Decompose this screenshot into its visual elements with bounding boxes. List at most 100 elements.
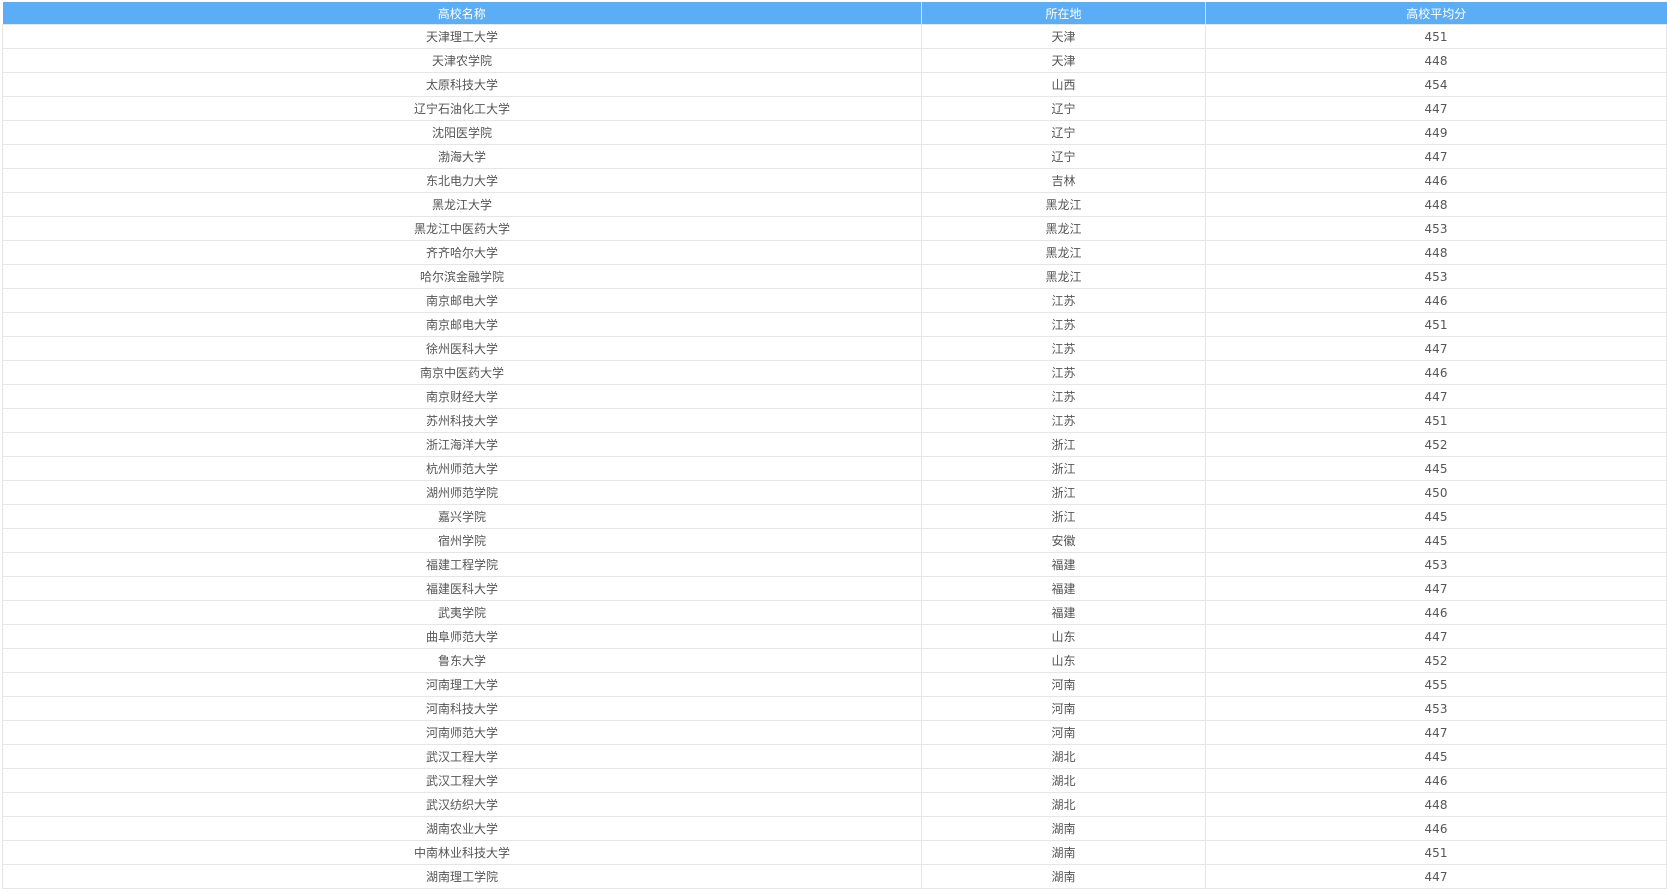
table-row: 曲阜师范大学 山东 447 (2, 624, 1667, 649)
cell-average-score: 453 (1205, 216, 1667, 241)
cell-location: 江苏 (921, 384, 1206, 409)
cell-average-score: 446 (1205, 168, 1667, 193)
cell-university-name: 南京邮电大学 (2, 288, 922, 313)
cell-location: 浙江 (921, 456, 1206, 481)
cell-average-score: 447 (1205, 864, 1667, 889)
cell-location: 天津 (921, 24, 1206, 49)
cell-average-score: 448 (1205, 48, 1667, 73)
cell-location: 黑龙江 (921, 216, 1206, 241)
cell-university-name: 福建工程学院 (2, 552, 922, 577)
cell-location: 浙江 (921, 480, 1206, 505)
score-table-container: 高校名称 所在地 高校平均分 天津理工大学 天津 451 天津农学院 天津 448 太原科技… (2, 2, 1667, 889)
cell-university-name: 湖南理工学院 (2, 864, 922, 889)
cell-location: 江苏 (921, 312, 1206, 337)
cell-average-score: 445 (1205, 504, 1667, 529)
table-row: 南京邮电大学 江苏 446 (2, 288, 1667, 313)
cell-location: 黑龙江 (921, 264, 1206, 289)
cell-university-name: 曲阜师范大学 (2, 624, 922, 649)
cell-location: 浙江 (921, 432, 1206, 457)
cell-location: 山东 (921, 624, 1206, 649)
cell-university-name: 徐州医科大学 (2, 336, 922, 361)
cell-location: 湖北 (921, 792, 1206, 817)
table-row: 天津理工大学 天津 451 (2, 24, 1667, 49)
cell-average-score: 445 (1205, 528, 1667, 553)
cell-university-name: 东北电力大学 (2, 168, 922, 193)
table-row: 武汉工程大学 湖北 446 (2, 768, 1667, 793)
cell-average-score: 451 (1205, 408, 1667, 433)
cell-average-score: 447 (1205, 336, 1667, 361)
cell-university-name: 浙江海洋大学 (2, 432, 922, 457)
table-row: 黑龙江大学 黑龙江 448 (2, 192, 1667, 217)
cell-university-name: 湖南农业大学 (2, 816, 922, 841)
cell-average-score: 453 (1205, 264, 1667, 289)
cell-average-score: 452 (1205, 432, 1667, 457)
cell-university-name: 湖州师范学院 (2, 480, 922, 505)
column-header-average-score: 高校平均分 (1205, 2, 1667, 25)
table-row: 嘉兴学院 浙江 445 (2, 504, 1667, 529)
university-score-table: 高校名称 所在地 高校平均分 天津理工大学 天津 451 天津农学院 天津 448 太原科技… (2, 2, 1667, 889)
cell-average-score: 453 (1205, 552, 1667, 577)
table-body: 天津理工大学 天津 451 天津农学院 天津 448 太原科技大学 山西 454 辽宁石油化工大学… (2, 24, 1667, 889)
cell-average-score: 449 (1205, 120, 1667, 145)
cell-average-score: 454 (1205, 72, 1667, 97)
cell-university-name: 宿州学院 (2, 528, 922, 553)
table-row: 南京财经大学 江苏 447 (2, 384, 1667, 409)
cell-average-score: 447 (1205, 720, 1667, 745)
cell-location: 浙江 (921, 504, 1206, 529)
table-row: 渤海大学 辽宁 447 (2, 144, 1667, 169)
table-row: 黑龙江中医药大学 黑龙江 453 (2, 216, 1667, 241)
header-row: 高校名称 所在地 高校平均分 (2, 2, 1667, 25)
table-row: 中南林业科技大学 湖南 451 (2, 840, 1667, 865)
cell-average-score: 446 (1205, 600, 1667, 625)
cell-university-name: 武汉工程大学 (2, 768, 922, 793)
cell-location: 湖北 (921, 744, 1206, 769)
cell-university-name: 天津理工大学 (2, 24, 922, 49)
cell-location: 江苏 (921, 360, 1206, 385)
cell-average-score: 447 (1205, 144, 1667, 169)
cell-university-name: 南京中医药大学 (2, 360, 922, 385)
table-row: 杭州师范大学 浙江 445 (2, 456, 1667, 481)
cell-university-name: 武汉工程大学 (2, 744, 922, 769)
cell-location: 辽宁 (921, 120, 1206, 145)
cell-location: 河南 (921, 696, 1206, 721)
cell-location: 湖北 (921, 768, 1206, 793)
table-row: 武汉工程大学 湖北 445 (2, 744, 1667, 769)
cell-university-name: 辽宁石油化工大学 (2, 96, 922, 121)
cell-university-name: 鲁东大学 (2, 648, 922, 673)
table-row: 南京中医药大学 江苏 446 (2, 360, 1667, 385)
cell-university-name: 河南理工大学 (2, 672, 922, 697)
cell-average-score: 447 (1205, 384, 1667, 409)
table-row: 湖南农业大学 湖南 446 (2, 816, 1667, 841)
table-row: 齐齐哈尔大学 黑龙江 448 (2, 240, 1667, 265)
table-row: 哈尔滨金融学院 黑龙江 453 (2, 264, 1667, 289)
cell-average-score: 451 (1205, 840, 1667, 865)
table-row: 鲁东大学 山东 452 (2, 648, 1667, 673)
cell-average-score: 447 (1205, 576, 1667, 601)
table-row: 浙江海洋大学 浙江 452 (2, 432, 1667, 457)
cell-location: 安徽 (921, 528, 1206, 553)
cell-university-name: 武夷学院 (2, 600, 922, 625)
table-row: 武夷学院 福建 446 (2, 600, 1667, 625)
cell-average-score: 453 (1205, 696, 1667, 721)
cell-university-name: 杭州师范大学 (2, 456, 922, 481)
cell-university-name: 太原科技大学 (2, 72, 922, 97)
table-row: 河南师范大学 河南 447 (2, 720, 1667, 745)
cell-average-score: 455 (1205, 672, 1667, 697)
cell-university-name: 苏州科技大学 (2, 408, 922, 433)
cell-average-score: 447 (1205, 96, 1667, 121)
cell-average-score: 451 (1205, 24, 1667, 49)
cell-location: 湖南 (921, 864, 1206, 889)
cell-location: 辽宁 (921, 96, 1206, 121)
cell-university-name: 河南科技大学 (2, 696, 922, 721)
cell-average-score: 450 (1205, 480, 1667, 505)
table-row: 南京邮电大学 江苏 451 (2, 312, 1667, 337)
cell-location: 河南 (921, 672, 1206, 697)
table-row: 宿州学院 安徽 445 (2, 528, 1667, 553)
cell-average-score: 446 (1205, 288, 1667, 313)
column-header-university: 高校名称 (2, 2, 922, 25)
cell-university-name: 南京财经大学 (2, 384, 922, 409)
cell-location: 江苏 (921, 288, 1206, 313)
cell-average-score: 448 (1205, 240, 1667, 265)
cell-location: 辽宁 (921, 144, 1206, 169)
cell-location: 黑龙江 (921, 240, 1206, 265)
